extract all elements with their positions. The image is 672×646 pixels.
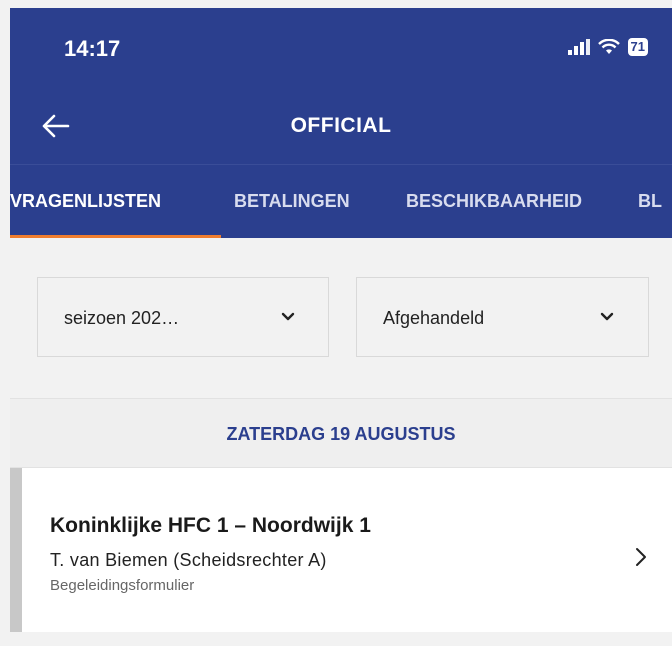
wifi-icon: [597, 39, 620, 54]
card-accent-bar: [10, 468, 22, 632]
page-title: OFFICIAL: [290, 114, 392, 137]
status-bar: 14:17 71: [10, 8, 672, 86]
date-label: ZATERDAG 19 AUGUSTUS: [226, 424, 456, 444]
date-section-header: ZATERDAG 19 AUGUSTUS: [10, 398, 672, 468]
tab-betalingen[interactable]: BETALINGEN: [234, 191, 350, 212]
tab-beschikbaarheid[interactable]: BESCHIKBAARHEID: [406, 191, 582, 212]
tab-vragenlijsten[interactable]: VRAGENLIJSTEN: [10, 191, 161, 212]
match-list-item[interactable]: Koninklijke HFC 1 – Noordwijk 1 T. van B…: [10, 468, 672, 632]
match-official: T. van Biemen (Scheidsrechter A): [50, 550, 327, 570]
match-form-type: Begeleidingsformulier: [50, 577, 195, 594]
season-select[interactable]: seizoen 202…: [37, 277, 329, 357]
tab-bar: VRAGENLIJSTEN BETALINGEN BESCHIKBAARHEID…: [10, 164, 672, 239]
match-title: Koninklijke HFC 1 – Noordwijk 1: [50, 514, 371, 537]
tab-more[interactable]: BL: [638, 191, 662, 212]
chevron-down-icon: [600, 312, 614, 321]
season-select-value: seizoen 202…: [64, 308, 180, 328]
status-select-value: Afgehandeld: [383, 308, 485, 328]
app-header: OFFICIAL: [10, 86, 672, 164]
battery-icon: 71: [627, 38, 648, 56]
status-time: 14:17: [64, 36, 121, 61]
chevron-right-icon: [636, 548, 646, 566]
status-select[interactable]: Afgehandeld: [356, 277, 649, 357]
signal-icon: [567, 39, 590, 55]
filter-bar: seizoen 202… Afgehandeld: [0, 238, 672, 398]
chevron-down-icon: [281, 312, 295, 321]
status-icons: 71: [567, 38, 648, 56]
